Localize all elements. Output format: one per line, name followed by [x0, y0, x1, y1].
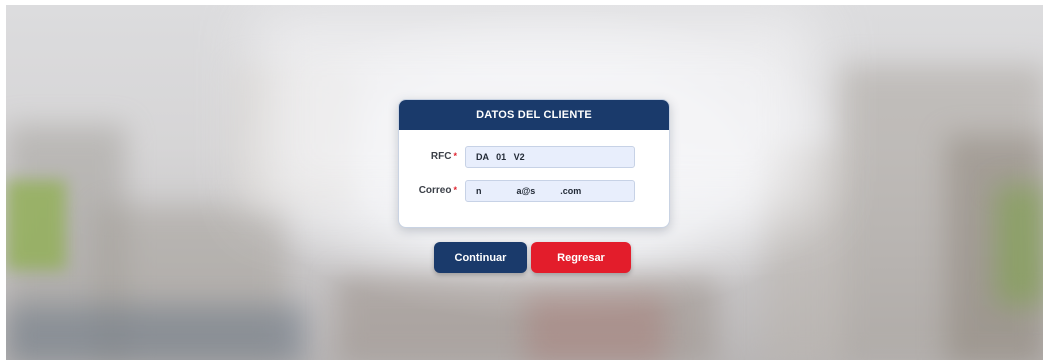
rfc-label-text: RFC	[430, 151, 452, 162]
required-mark: *	[453, 185, 457, 195]
background-floor-shape	[526, 295, 666, 360]
rfc-label: RFC *	[431, 151, 457, 162]
background-shelf-shape	[6, 180, 66, 270]
rfc-input[interactable]	[465, 146, 635, 168]
email-field[interactable]	[465, 180, 635, 202]
back-button[interactable]: Regresar	[531, 242, 631, 273]
correo-label-text: Correo	[418, 185, 452, 196]
page: DATOS DEL CLIENTE RFC* Correo* Continuar…	[0, 0, 1049, 360]
client-data-card: DATOS DEL CLIENTE RFC* Correo*	[398, 99, 670, 228]
continue-button[interactable]: Continuar	[434, 242, 527, 273]
correo-row: Correo *	[399, 180, 669, 204]
card-title: DATOS DEL CLIENTE	[399, 100, 669, 130]
background-shelf-shape	[996, 185, 1043, 305]
required-mark: *	[453, 151, 457, 161]
background-shelf-shape	[6, 305, 306, 360]
correo-label: Correo *	[419, 185, 457, 196]
rfc-row: RFC *	[399, 146, 669, 170]
